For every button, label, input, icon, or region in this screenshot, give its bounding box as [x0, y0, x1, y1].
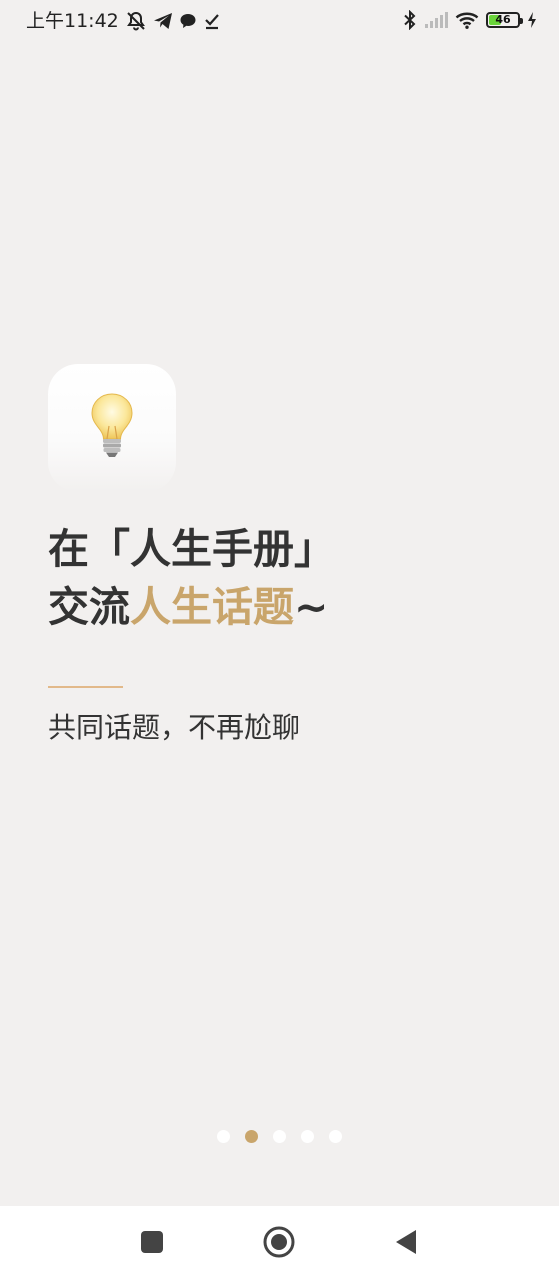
- headline: 在「人生手册」 交流人生话题~: [48, 520, 335, 636]
- app-icon: [48, 364, 176, 492]
- recent-apps-icon: [140, 1230, 164, 1258]
- signal-icon: [424, 11, 448, 29]
- status-right: 46: [403, 10, 537, 30]
- page-dot-5[interactable]: [329, 1130, 342, 1143]
- battery-icon: 46: [486, 12, 523, 28]
- page-dot-3[interactable]: [273, 1130, 286, 1143]
- chat-bubble-icon: [179, 12, 197, 30]
- page-dot-1[interactable]: [217, 1130, 230, 1143]
- wifi-icon: [455, 11, 479, 29]
- bluetooth-icon: [403, 10, 417, 30]
- battery-tip: [520, 18, 523, 24]
- home-button[interactable]: [263, 1226, 295, 1262]
- recent-apps-button[interactable]: [138, 1230, 166, 1258]
- headline-line-1: 在「人生手册」: [48, 525, 335, 573]
- status-left: 上午11:42: [26, 9, 221, 33]
- divider: [48, 686, 123, 688]
- status-time: 上午11:42: [26, 10, 119, 32]
- headline-accent: 人生话题: [130, 583, 294, 631]
- page-indicator: [0, 1130, 559, 1143]
- headline-line-2-prefix: 交流: [48, 583, 130, 631]
- navigation-bar: [0, 1206, 559, 1280]
- back-button[interactable]: [392, 1230, 420, 1258]
- muted-notifications-icon: [125, 11, 147, 31]
- lightbulb-icon: [90, 392, 134, 464]
- headline-line-2-suffix: ~: [294, 583, 329, 631]
- page-dot-4[interactable]: [301, 1130, 314, 1143]
- status-bar: 上午11:42 46: [0, 0, 559, 42]
- home-icon: [263, 1226, 295, 1262]
- back-icon: [394, 1229, 418, 1259]
- subtitle: 共同话题，不再尬聊: [48, 711, 301, 744]
- charging-icon: [527, 11, 537, 29]
- download-done-icon: [203, 12, 221, 30]
- page-dot-2[interactable]: [245, 1130, 258, 1143]
- battery-level: 46: [495, 13, 511, 26]
- telegram-icon: [153, 12, 173, 30]
